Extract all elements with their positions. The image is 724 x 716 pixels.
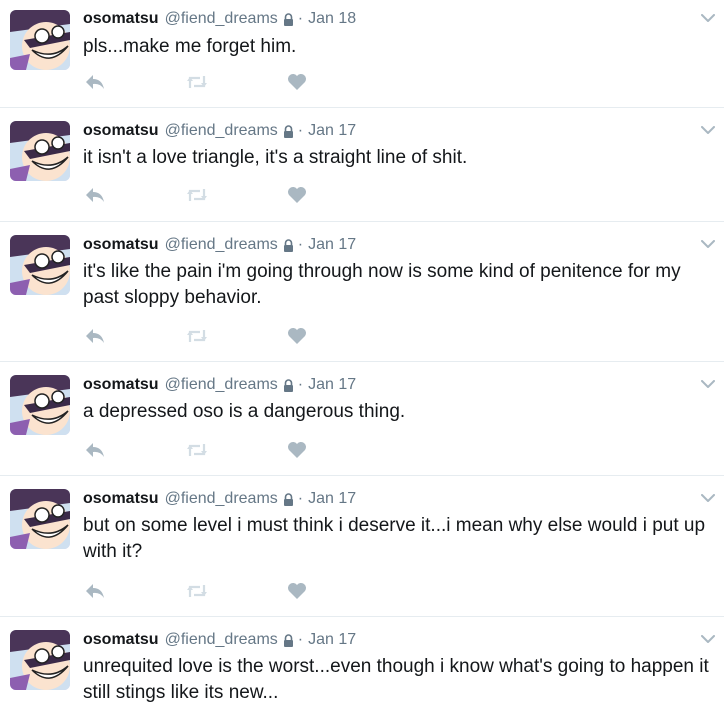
tweet-date[interactable]: Jan 17: [308, 490, 356, 508]
separator-dot: ·: [297, 122, 304, 139]
chevron-down-icon[interactable]: [698, 234, 718, 254]
tweet-text: it isn't a love triangle, it's a straigh…: [83, 147, 468, 168]
tweet: osomatsu @fiend_dreams · Jan 17 but on s…: [0, 476, 724, 617]
avatar-image: [10, 630, 70, 690]
display-name[interactable]: osomatsu: [83, 122, 159, 140]
tweet: osomatsu @fiend_dreams · Jan 17 it's lik…: [0, 222, 724, 362]
username[interactable]: @fiend_dreams: [165, 236, 278, 254]
avatar[interactable]: [10, 375, 70, 435]
avatar-image: [10, 375, 70, 435]
heart-icon[interactable]: [285, 72, 309, 92]
avatar-image: [10, 121, 70, 181]
reply-icon[interactable]: [83, 72, 107, 92]
tweet-actions: [83, 72, 323, 92]
reply-icon[interactable]: [83, 440, 107, 460]
separator-dot: ·: [297, 490, 304, 507]
heart-icon[interactable]: [285, 185, 309, 205]
tweet: osomatsu @fiend_dreams · Jan 18 pls...ma…: [0, 0, 724, 108]
lock-icon: [283, 492, 294, 506]
tweet-date[interactable]: Jan 18: [308, 10, 356, 28]
tweet-actions: [83, 326, 323, 346]
chevron-down-icon[interactable]: [698, 488, 718, 508]
avatar-image: [10, 10, 70, 70]
tweet-text: it's like the pain i'm going through now…: [83, 261, 681, 308]
tweet-text: pls...make me forget him.: [83, 36, 297, 57]
reply-icon[interactable]: [83, 581, 107, 601]
tweet: osomatsu @fiend_dreams · Jan 17 unrequit…: [0, 617, 724, 716]
lock-icon: [283, 633, 294, 647]
chevron-down-icon[interactable]: [698, 374, 718, 394]
username[interactable]: @fiend_dreams: [165, 122, 278, 140]
display-name[interactable]: osomatsu: [83, 490, 159, 508]
tweet-header: osomatsu @fiend_dreams · Jan 17: [83, 630, 356, 650]
tweet-header: osomatsu @fiend_dreams · Jan 17: [83, 375, 356, 395]
tweet-header: osomatsu @fiend_dreams · Jan 17: [83, 489, 356, 509]
tweet-date[interactable]: Jan 17: [308, 376, 356, 394]
heart-icon[interactable]: [285, 326, 309, 346]
chevron-down-icon[interactable]: [698, 8, 718, 28]
tweet: osomatsu @fiend_dreams · Jan 17 a depres…: [0, 362, 724, 476]
tweet-date[interactable]: Jan 17: [308, 236, 356, 254]
tweet: osomatsu @fiend_dreams · Jan 17 it isn't…: [0, 108, 724, 222]
avatar-image: [10, 489, 70, 549]
tweet-actions: [83, 185, 323, 205]
tweet-header: osomatsu @fiend_dreams · Jan 18: [83, 9, 356, 29]
retweet-icon[interactable]: [185, 72, 209, 92]
tweet-date[interactable]: Jan 17: [308, 122, 356, 140]
chevron-down-icon[interactable]: [698, 629, 718, 649]
display-name[interactable]: osomatsu: [83, 631, 159, 649]
lock-icon: [283, 238, 294, 252]
username[interactable]: @fiend_dreams: [165, 10, 278, 28]
username[interactable]: @fiend_dreams: [165, 376, 278, 394]
avatar-image: [10, 235, 70, 295]
tweet-text: but on some level i must think i deserve…: [83, 515, 706, 562]
avatar[interactable]: [10, 10, 70, 70]
avatar[interactable]: [10, 121, 70, 181]
tweet-header: osomatsu @fiend_dreams · Jan 17: [83, 121, 356, 141]
username[interactable]: @fiend_dreams: [165, 490, 278, 508]
tweet-actions: [83, 440, 323, 460]
reply-icon[interactable]: [83, 326, 107, 346]
retweet-icon[interactable]: [185, 185, 209, 205]
tweet-date[interactable]: Jan 17: [308, 631, 356, 649]
username[interactable]: @fiend_dreams: [165, 631, 278, 649]
separator-dot: ·: [297, 236, 304, 253]
tweet-header: osomatsu @fiend_dreams · Jan 17: [83, 235, 356, 255]
retweet-icon[interactable]: [185, 581, 209, 601]
lock-icon: [283, 378, 294, 392]
display-name[interactable]: osomatsu: [83, 10, 159, 28]
heart-icon[interactable]: [285, 581, 309, 601]
heart-icon[interactable]: [285, 440, 309, 460]
retweet-icon[interactable]: [185, 440, 209, 460]
tweet-text: unrequited love is the worst...even thou…: [83, 656, 709, 703]
avatar[interactable]: [10, 235, 70, 295]
display-name[interactable]: osomatsu: [83, 236, 159, 254]
tweet-actions: [83, 581, 323, 601]
separator-dot: ·: [297, 10, 304, 27]
tweet-text: a depressed oso is a dangerous thing.: [83, 401, 406, 422]
lock-icon: [283, 124, 294, 138]
display-name[interactable]: osomatsu: [83, 376, 159, 394]
separator-dot: ·: [297, 376, 304, 393]
separator-dot: ·: [297, 631, 304, 648]
lock-icon: [283, 12, 294, 26]
reply-icon[interactable]: [83, 185, 107, 205]
retweet-icon[interactable]: [185, 326, 209, 346]
chevron-down-icon[interactable]: [698, 120, 718, 140]
avatar[interactable]: [10, 630, 70, 690]
avatar[interactable]: [10, 489, 70, 549]
